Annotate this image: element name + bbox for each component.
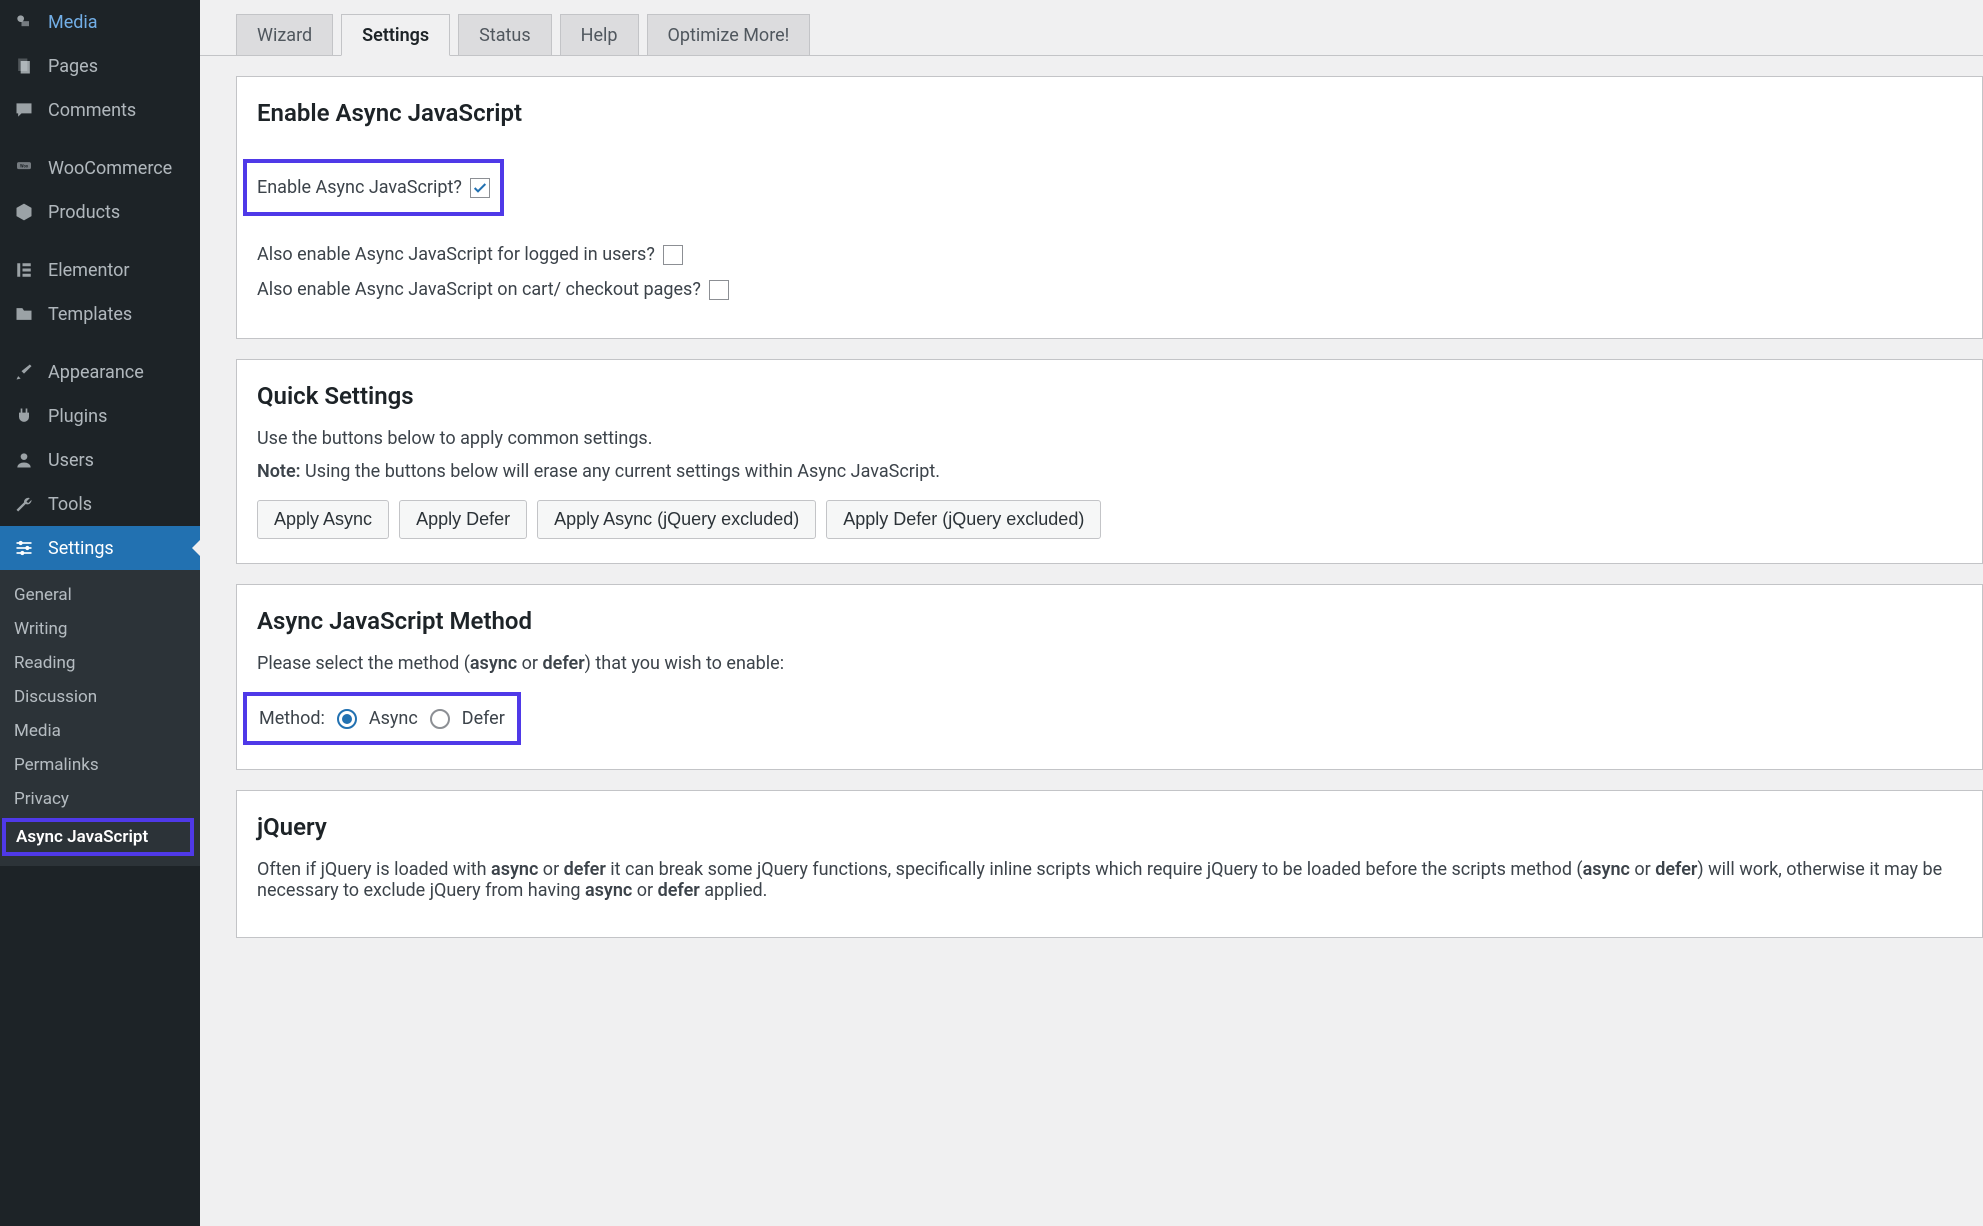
sidebar-label: Plugins — [48, 406, 107, 427]
brush-icon — [12, 360, 36, 384]
panel-heading: jQuery — [257, 813, 1962, 841]
woo-icon: Woo — [12, 156, 36, 180]
tab-wizard[interactable]: Wizard — [236, 14, 333, 56]
quick-button-row: Apply Async Apply Defer Apply Async (jQu… — [257, 500, 1962, 539]
elementor-icon — [12, 258, 36, 282]
tab-bar: Wizard Settings Status Help Optimize Mor… — [200, 0, 1983, 56]
sidebar-label: Media — [48, 12, 98, 33]
tab-settings[interactable]: Settings — [341, 14, 450, 56]
btn-apply-defer-jquery-excluded[interactable]: Apply Defer (jQuery excluded) — [826, 500, 1101, 539]
settings-submenu: General Writing Reading Discussion Media… — [0, 570, 200, 866]
logged-in-checkbox[interactable] — [663, 245, 683, 265]
method-label: Method: — [259, 708, 325, 729]
note-body: Using the buttons below will erase any c… — [301, 461, 940, 482]
subitem-media[interactable]: Media — [0, 714, 200, 748]
plug-icon — [12, 404, 36, 428]
sidebar-item-woocommerce[interactable]: Woo WooCommerce — [0, 146, 200, 190]
sidebar-item-products[interactable]: Products — [0, 190, 200, 234]
row-logged-in: Also enable Async JavaScript for logged … — [257, 244, 1962, 265]
row-enable-async: Enable Async JavaScript? — [243, 159, 504, 216]
admin-sidebar: Media Pages Comments Woo WooCommerce Pro… — [0, 0, 200, 1226]
panel-heading: Enable Async JavaScript — [257, 99, 1962, 127]
subitem-async-javascript[interactable]: Async JavaScript — [2, 818, 194, 856]
method-intro: Please select the method (async or defer… — [257, 653, 1962, 674]
subitem-discussion[interactable]: Discussion — [0, 680, 200, 714]
sliders-icon — [12, 536, 36, 560]
sidebar-item-plugins[interactable]: Plugins — [0, 394, 200, 438]
sidebar-item-tools[interactable]: Tools — [0, 482, 200, 526]
sidebar-item-media[interactable]: Media — [0, 0, 200, 44]
media-icon — [12, 10, 36, 34]
folder-icon — [12, 302, 36, 326]
panel-quick-settings: Quick Settings Use the buttons below to … — [236, 359, 1983, 564]
panel-method: Async JavaScript Method Please select th… — [236, 584, 1983, 770]
subitem-writing[interactable]: Writing — [0, 612, 200, 646]
sidebar-item-elementor[interactable]: Elementor — [0, 248, 200, 292]
sidebar-label: Users — [48, 450, 94, 471]
sidebar-label: WooCommerce — [48, 158, 172, 179]
sidebar-label: Appearance — [48, 362, 144, 383]
tab-status[interactable]: Status — [458, 14, 551, 56]
cart-label: Also enable Async JavaScript on cart/ ch… — [257, 279, 701, 300]
row-cart-checkout: Also enable Async JavaScript on cart/ ch… — [257, 279, 1962, 300]
sidebar-label: Products — [48, 202, 120, 223]
sidebar-label: Templates — [48, 304, 132, 325]
svg-text:Woo: Woo — [20, 163, 29, 168]
sidebar-item-comments[interactable]: Comments — [0, 88, 200, 132]
radio-async[interactable] — [337, 709, 357, 729]
logged-in-label: Also enable Async JavaScript for logged … — [257, 244, 655, 265]
comment-icon — [12, 98, 36, 122]
radio-defer[interactable] — [430, 709, 450, 729]
subitem-general[interactable]: General — [0, 578, 200, 612]
panel-heading: Async JavaScript Method — [257, 607, 1962, 635]
jquery-body: Often if jQuery is loaded with async or … — [257, 859, 1962, 901]
radio-async-label: Async — [369, 708, 418, 729]
panel-heading: Quick Settings — [257, 382, 1962, 410]
tab-help[interactable]: Help — [560, 14, 639, 56]
btn-apply-async[interactable]: Apply Async — [257, 500, 389, 539]
cart-checkbox[interactable] — [709, 280, 729, 300]
panel-enable: Enable Async JavaScript Enable Async Jav… — [236, 76, 1983, 339]
sidebar-item-pages[interactable]: Pages — [0, 44, 200, 88]
sidebar-label: Tools — [48, 494, 92, 515]
user-icon — [12, 448, 36, 472]
enable-label: Enable Async JavaScript? — [257, 177, 462, 198]
tab-optimize-more[interactable]: Optimize More! — [647, 14, 811, 56]
sidebar-item-users[interactable]: Users — [0, 438, 200, 482]
sidebar-label: Pages — [48, 56, 98, 77]
sidebar-label: Elementor — [48, 260, 130, 281]
enable-checkbox[interactable] — [470, 178, 490, 198]
box-icon — [12, 200, 36, 224]
subitem-privacy[interactable]: Privacy — [0, 782, 200, 816]
note-prefix: Note: — [257, 461, 301, 482]
sidebar-item-appearance[interactable]: Appearance — [0, 350, 200, 394]
wrench-icon — [12, 492, 36, 516]
sidebar-label: Settings — [48, 538, 114, 559]
quick-intro: Use the buttons below to apply common se… — [257, 428, 1962, 449]
content-area: Wizard Settings Status Help Optimize Mor… — [200, 0, 1983, 1226]
quick-note: Note: Using the buttons below will erase… — [257, 461, 1962, 482]
subitem-permalinks[interactable]: Permalinks — [0, 748, 200, 782]
sidebar-label: Comments — [48, 100, 136, 121]
method-row: Method: Async Defer — [243, 692, 521, 745]
btn-apply-async-jquery-excluded[interactable]: Apply Async (jQuery excluded) — [537, 500, 816, 539]
sidebar-item-templates[interactable]: Templates — [0, 292, 200, 336]
panel-jquery: jQuery Often if jQuery is loaded with as… — [236, 790, 1983, 938]
radio-defer-label: Defer — [462, 708, 505, 729]
btn-apply-defer[interactable]: Apply Defer — [399, 500, 527, 539]
sidebar-item-settings[interactable]: Settings — [0, 526, 200, 570]
page-icon — [12, 54, 36, 78]
subitem-reading[interactable]: Reading — [0, 646, 200, 680]
